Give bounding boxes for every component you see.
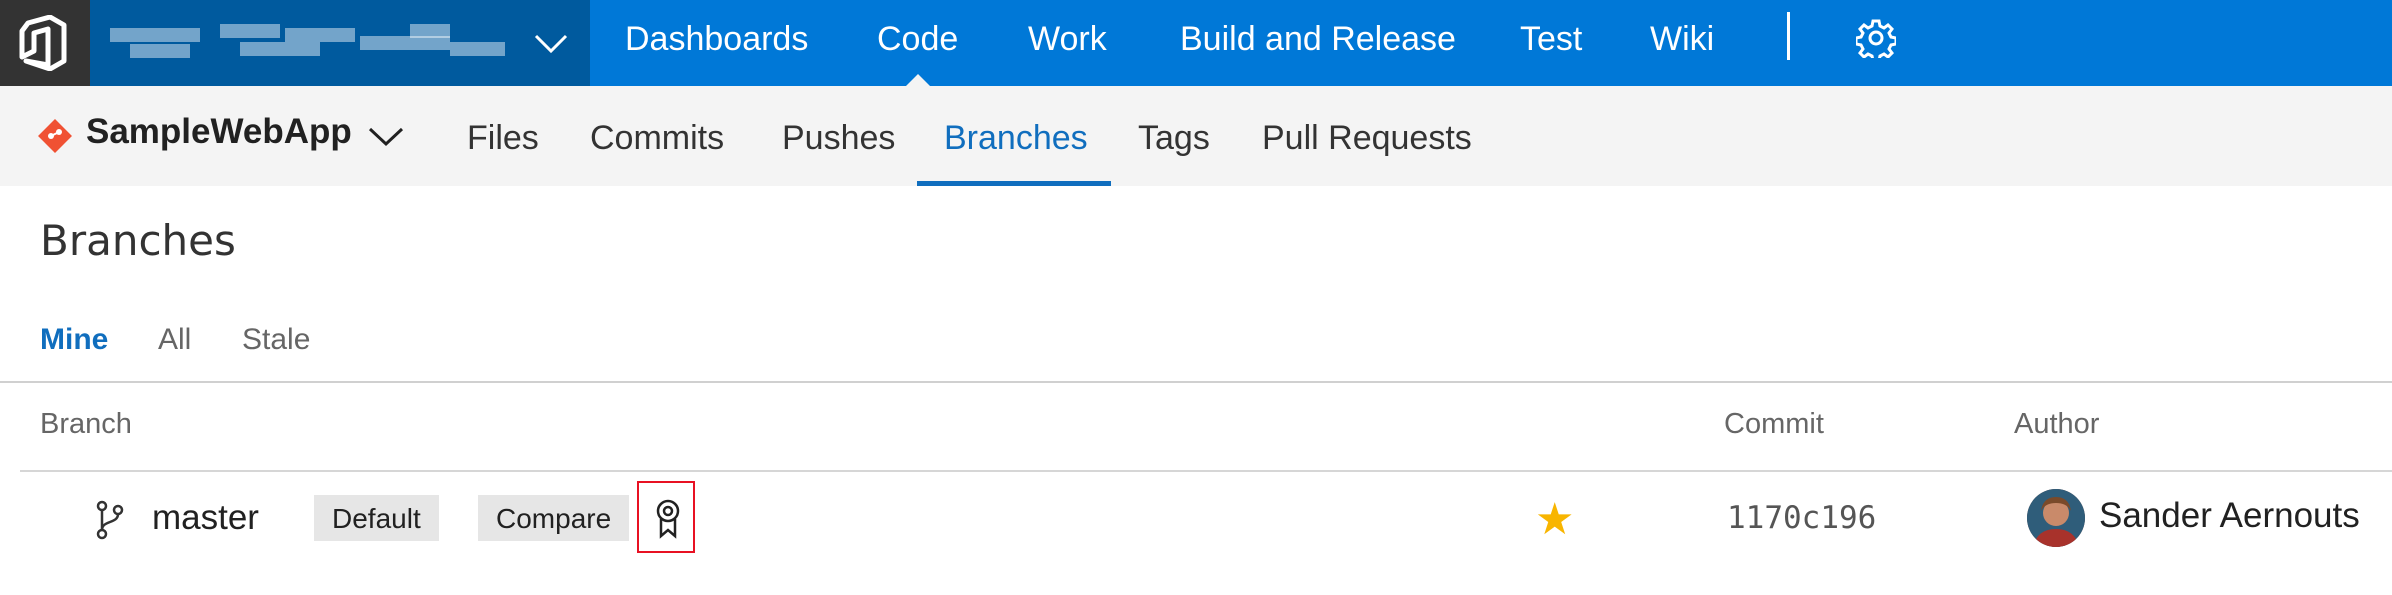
filter-mine[interactable]: Mine: [40, 323, 108, 357]
vsts-logo-icon[interactable]: [0, 0, 90, 86]
branch-name[interactable]: master: [152, 498, 259, 538]
top-nav-dashboards[interactable]: Dashboards: [625, 0, 808, 86]
tab-tags[interactable]: Tags: [1138, 86, 1210, 186]
column-header-author: Author: [2014, 408, 2100, 440]
tab-commits[interactable]: Commits: [590, 86, 724, 186]
tab-files[interactable]: Files: [467, 86, 539, 186]
top-navigation-bar: Dashboards Code Work Build and Release T…: [0, 0, 2392, 86]
tab-pushes[interactable]: Pushes: [782, 86, 895, 186]
git-repo-icon: [38, 119, 72, 153]
column-header-branch: Branch: [40, 408, 132, 440]
repository-navigation: SampleWebApp Files Commits Pushes Branch…: [0, 86, 2392, 186]
top-nav-build-and-release[interactable]: Build and Release: [1180, 0, 1456, 86]
column-header-commit: Commit: [1724, 408, 1824, 440]
author-name[interactable]: Sander Aernouts: [2099, 496, 2360, 536]
chevron-down-icon[interactable]: [528, 20, 574, 66]
branch-icon: [96, 500, 124, 540]
chevron-down-icon[interactable]: [364, 114, 408, 158]
avatar: [2027, 489, 2085, 547]
compare-button[interactable]: Compare: [478, 495, 630, 541]
account-name-redacted: [110, 24, 510, 64]
active-tab-indicator: [917, 181, 1111, 186]
account-selector[interactable]: [90, 0, 590, 86]
top-nav-wiki[interactable]: Wiki: [1650, 0, 1714, 86]
divider: [0, 381, 2392, 383]
default-badge: Default: [314, 495, 439, 541]
nav-divider: [1787, 12, 1790, 60]
page-title: Branches: [40, 216, 236, 265]
filter-all[interactable]: All: [158, 323, 191, 357]
repository-name[interactable]: SampleWebApp: [86, 112, 352, 152]
tab-branches[interactable]: Branches: [944, 86, 1088, 186]
tab-pull-requests[interactable]: Pull Requests: [1262, 86, 1472, 186]
top-nav-work[interactable]: Work: [1028, 0, 1107, 86]
header-divider: [20, 470, 2392, 472]
favorite-star-icon[interactable]: ★: [1535, 492, 1574, 548]
top-nav-test[interactable]: Test: [1520, 0, 1582, 86]
top-nav-code[interactable]: Code: [877, 0, 958, 86]
filter-stale[interactable]: Stale: [242, 323, 310, 357]
commit-id[interactable]: 1170c196: [1727, 500, 1876, 536]
branch-policy-icon[interactable]: [637, 481, 695, 553]
gear-icon[interactable]: [1856, 18, 1896, 58]
